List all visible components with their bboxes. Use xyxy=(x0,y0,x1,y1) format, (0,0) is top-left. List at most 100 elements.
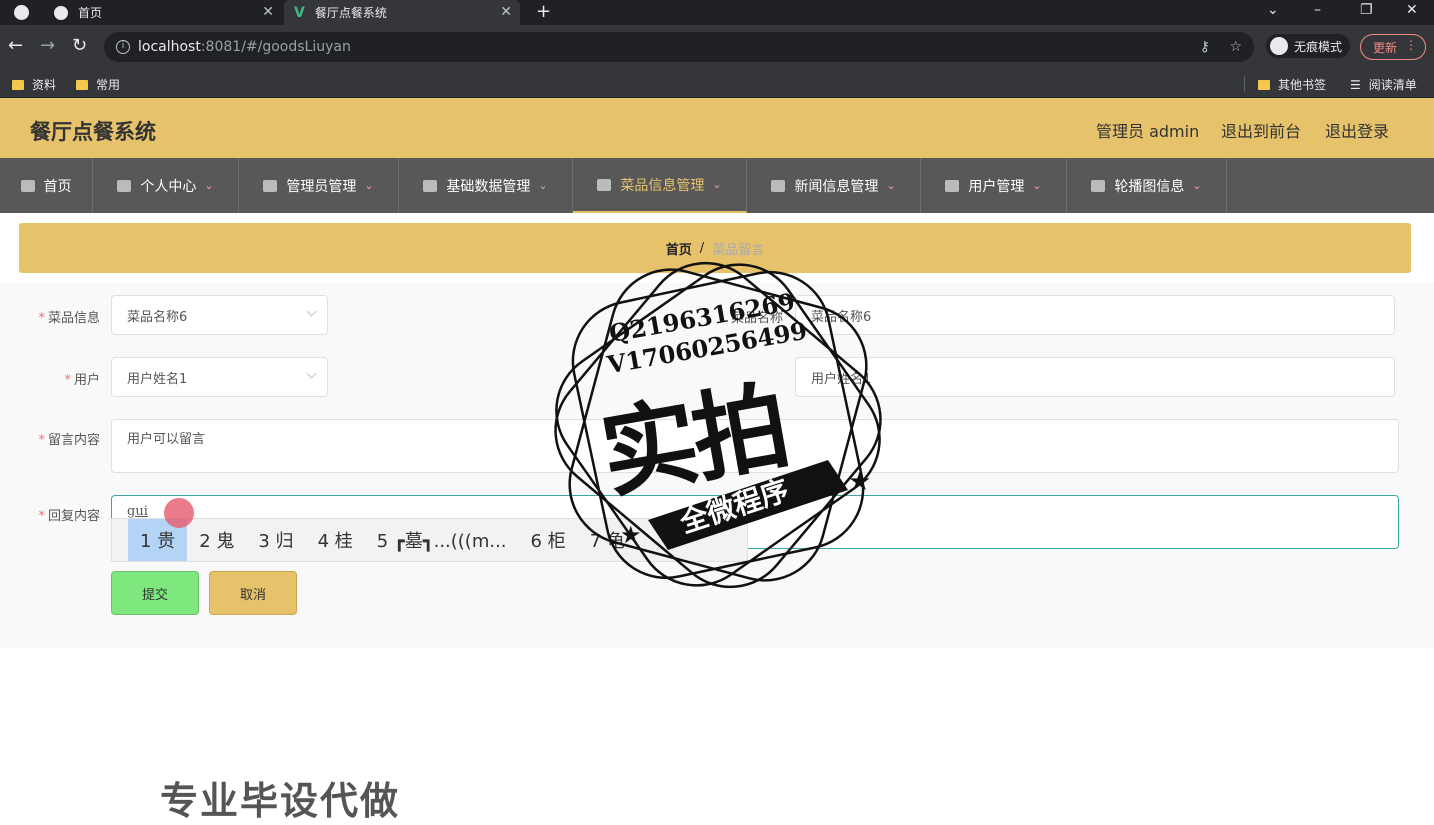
divider xyxy=(1244,76,1245,92)
close-icon[interactable]: ✕ xyxy=(262,4,274,20)
nav-admin[interactable]: 管理员管理 ⌄ xyxy=(239,158,399,213)
nav-home[interactable]: 首页 xyxy=(0,158,93,213)
watermark-stamp: ★ ★ Q2196316269 V17060256499 实拍 全微程序 xyxy=(528,235,908,615)
nav-users[interactable]: 用户管理 ⌄ xyxy=(921,158,1067,213)
folder-icon xyxy=(1258,79,1270,90)
bookmark-label: 其他书签 xyxy=(1278,78,1327,92)
ime-candidate[interactable]: 3 归 xyxy=(246,519,305,561)
more-icon[interactable]: ⋮ xyxy=(1405,38,1417,52)
nav-label: 首页 xyxy=(43,178,72,195)
chevron-down-icon xyxy=(306,306,317,317)
svg-text:★: ★ xyxy=(620,521,642,549)
info-icon[interactable]: i xyxy=(116,40,130,54)
chart-icon xyxy=(1091,179,1106,192)
user-select[interactable]: 用户姓名1 xyxy=(111,357,328,397)
bookmark-label: 常用 xyxy=(96,78,121,92)
folder-icon xyxy=(12,79,24,90)
watermark-bottom-text: 专业毕设代做 xyxy=(160,779,401,823)
submit-button[interactable]: 提交 xyxy=(111,571,199,615)
address-toolbar: ← → ↻ i localhost:8081/#/goodsLiuyan ⚷ ☆… xyxy=(0,25,1434,69)
user-icon xyxy=(423,179,438,192)
reload-icon[interactable]: ↻ xyxy=(72,37,87,55)
url-host: localhost xyxy=(138,39,201,55)
app-title: 餐厅点餐系统 xyxy=(30,120,156,144)
other-bookmarks[interactable]: 其他书签 xyxy=(1258,76,1326,93)
update-button[interactable]: 更新 ⋮ xyxy=(1360,34,1426,60)
vue-icon: V xyxy=(294,4,305,21)
nav-dish-info[interactable]: 菜品信息管理 ⌄ xyxy=(573,158,747,213)
forward-icon[interactable]: → xyxy=(40,37,55,55)
nav-label: 个人中心 xyxy=(140,178,197,195)
url-bar[interactable]: i localhost:8081/#/goodsLiuyan ⚷ ☆ xyxy=(104,32,1254,62)
tab-search-icon[interactable]: ⌄ xyxy=(1267,2,1279,18)
incognito-label: 无痕模式 xyxy=(1294,39,1343,54)
main-nav: 首页 个人中心 ⌄ 管理员管理 ⌄ 基础数据管理 ⌄ 菜品信息管理 ⌄ 新闻信息管理 ⌄ … xyxy=(0,158,1434,213)
power-icon xyxy=(945,179,960,192)
nav-label: 用户管理 xyxy=(968,178,1025,195)
close-window-icon[interactable]: ✕ xyxy=(1406,2,1418,18)
nav-label: 基础数据管理 xyxy=(446,178,531,195)
tab-home[interactable]: 首页 ✕ xyxy=(44,0,282,25)
dashboard-icon xyxy=(597,178,612,191)
ime-candidate[interactable] xyxy=(112,519,128,561)
home-icon xyxy=(20,179,35,192)
reply-value: gui xyxy=(127,504,148,519)
bookmark-folder[interactable]: 常用 xyxy=(76,76,120,93)
ime-candidate[interactable]: 2 鬼 xyxy=(187,519,246,561)
url-path: :8081/#/goodsLiuyan xyxy=(200,39,351,55)
chevron-down-icon: ⌄ xyxy=(364,179,374,192)
chevron-down-icon: ⌄ xyxy=(1032,179,1042,192)
update-label: 更新 xyxy=(1373,40,1398,55)
chevron-down-icon: ⌄ xyxy=(1192,179,1202,192)
close-icon[interactable]: ✕ xyxy=(500,4,512,20)
reading-list-icon: ☰ xyxy=(1350,77,1361,92)
reading-list[interactable]: ☰ 阅读清单 xyxy=(1350,76,1417,93)
nav-label: 轮播图信息 xyxy=(1114,178,1185,195)
reply-label: * 回复内容 xyxy=(38,509,100,524)
tab-active[interactable]: V 餐厅点餐系统 ✕ xyxy=(284,0,520,25)
bookmarks-bar: 资料 常用 其他书签 ☰ 阅读清单 xyxy=(0,69,1434,98)
tab-title: 首页 xyxy=(78,6,103,20)
dish-select[interactable]: 菜品名称6 xyxy=(111,295,328,335)
bookmark-label: 资料 xyxy=(32,78,57,92)
minimize-icon[interactable]: – xyxy=(1314,2,1321,18)
back-icon[interactable]: ← xyxy=(8,37,23,55)
nav-carousel[interactable]: 轮播图信息 ⌄ xyxy=(1067,158,1227,213)
ime-candidate[interactable]: 5 ┏墓┓...(((m... xyxy=(365,519,519,561)
cancel-button[interactable]: 取消 xyxy=(209,571,297,615)
dish-label: * 菜品信息 xyxy=(38,311,100,326)
mic-icon xyxy=(771,179,786,192)
nav-label: 新闻信息管理 xyxy=(794,178,879,195)
chevron-down-icon: ⌄ xyxy=(538,179,548,192)
restore-icon[interactable]: ❐ xyxy=(1360,2,1373,18)
nav-label: 管理员管理 xyxy=(286,178,357,195)
ime-candidate[interactable]: 4 桂 xyxy=(306,519,365,561)
chevron-down-icon: ⌄ xyxy=(712,178,722,191)
browser-tab-bar: 首页 ✕ V 餐厅点餐系统 ✕ + ⌄ – ❐ ✕ xyxy=(0,0,1434,25)
bookmark-label: 阅读清单 xyxy=(1368,78,1417,92)
folder-icon xyxy=(76,79,88,90)
svg-text:★: ★ xyxy=(848,467,871,497)
chevron-down-icon xyxy=(306,368,317,379)
nav-label: 菜品信息管理 xyxy=(620,177,705,194)
incognito-icon xyxy=(1270,37,1288,55)
chevron-down-icon: ⌄ xyxy=(886,179,896,192)
star-icon[interactable]: ☆ xyxy=(1229,39,1242,55)
key-icon[interactable]: ⚷ xyxy=(1200,39,1210,55)
user-label: * 用户 xyxy=(64,373,100,388)
app-header: 餐厅点餐系统 管理员 admin 退出到前台 退出登录 xyxy=(0,98,1434,158)
user-icon xyxy=(117,179,132,192)
chevron-down-icon: ⌄ xyxy=(204,179,214,192)
user-select-value: 用户姓名1 xyxy=(127,371,188,387)
tab-title: 餐厅点餐系统 xyxy=(314,6,387,20)
chrome-icon[interactable] xyxy=(14,5,29,20)
nav-basic-data[interactable]: 基础数据管理 ⌄ xyxy=(399,158,573,213)
logout-link[interactable]: 退出登录 xyxy=(1325,118,1389,142)
nav-personal[interactable]: 个人中心 ⌄ xyxy=(93,158,239,213)
new-tab-button[interactable]: + xyxy=(536,1,551,22)
incognito-badge[interactable]: 无痕模式 xyxy=(1266,34,1351,58)
dish-select-value: 菜品名称6 xyxy=(127,309,188,325)
bookmark-folder[interactable]: 资料 xyxy=(12,76,56,93)
back-to-front-link[interactable]: 退出到前台 xyxy=(1221,118,1301,142)
nav-news[interactable]: 新闻信息管理 ⌄ xyxy=(747,158,921,213)
